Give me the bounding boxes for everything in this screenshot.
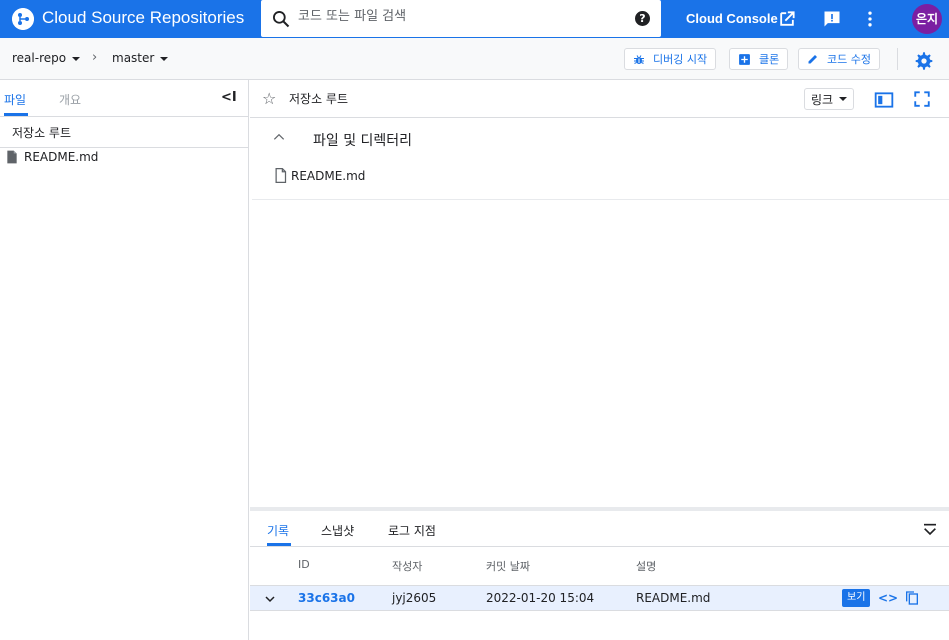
repo-selector[interactable]: real-repo <box>12 51 81 65</box>
column-header-description: 설명 <box>636 560 657 573</box>
view-button[interactable]: 보기 <box>842 589 871 607</box>
app-title[interactable]: Cloud Source Repositories <box>42 8 244 28</box>
clone-label: 클론 <box>759 53 780 66</box>
add-box-icon <box>739 53 750 65</box>
commit-id-link[interactable]: 33c63a0 <box>298 591 355 605</box>
cloud-console-link[interactable]: Cloud Console <box>686 11 778 26</box>
collapse-panel-icon[interactable]: <I <box>221 90 237 105</box>
open-in-new-icon[interactable] <box>777 9 797 29</box>
dropdown-caret-icon <box>160 56 169 61</box>
column-header-id: ID <box>298 558 310 571</box>
app-bar: Cloud Source Repositories ? Cloud Consol… <box>0 0 949 38</box>
table-row[interactable]: 33c63a0 jyj2605 2022-01-20 15:04 README.… <box>250 585 949 611</box>
file-icon <box>7 150 17 164</box>
clone-button[interactable]: 클론 <box>729 48 789 70</box>
search-icon <box>273 11 290 28</box>
copy-icon[interactable] <box>904 590 920 606</box>
edit-code-button[interactable]: 코드 수정 <box>798 48 880 70</box>
debug-label: 디버깅 시작 <box>653 53 708 66</box>
column-header-author: 작성자 <box>392 560 423 573</box>
commit-description: README.md <box>636 591 711 605</box>
commit-author: jyj2605 <box>392 591 437 605</box>
tab-files[interactable]: 파일 <box>4 91 26 108</box>
collapse-down-icon[interactable] <box>922 522 938 538</box>
active-tab-indicator <box>4 113 28 116</box>
file-outline-icon <box>275 168 287 183</box>
repo-root-label[interactable]: 저장소 루트 <box>12 124 71 141</box>
expand-less-icon[interactable] <box>272 130 286 144</box>
more-vert-icon[interactable] <box>860 9 880 29</box>
chevron-right-icon: › <box>92 50 98 65</box>
bug-icon <box>634 54 644 64</box>
repositories-logo-icon[interactable] <box>12 8 34 30</box>
dropdown-caret-icon <box>839 97 848 101</box>
tab-snapshots[interactable]: 스냅샷 <box>321 522 354 539</box>
file-tree-tabs: 파일 개요 <I <box>0 80 248 117</box>
chevron-down-icon[interactable] <box>264 593 276 605</box>
link-label: 링크 <box>811 92 834 107</box>
pencil-icon <box>808 55 817 64</box>
divider <box>0 147 248 148</box>
main-header: ☆ 저장소 루트 링크 <box>250 80 949 118</box>
branch-name: master <box>112 51 155 65</box>
avatar[interactable]: 은지 <box>912 4 942 34</box>
file-tree-panel: 파일 개요 <I 저장소 루트 README.md <box>0 80 249 640</box>
feedback-icon[interactable] <box>822 9 842 29</box>
active-tab-indicator <box>267 543 291 546</box>
repo-toolbar: real-repo › master 디버깅 시작 클론 코드 수정 <box>0 38 949 80</box>
history-tabs: 기록 스냅샷 로그 지점 <box>250 511 949 547</box>
split-view-icon[interactable] <box>874 90 894 110</box>
settings-gear-icon[interactable] <box>914 51 934 71</box>
tab-logpoints[interactable]: 로그 지점 <box>388 522 436 539</box>
tab-overview[interactable]: 개요 <box>59 91 81 108</box>
search-input[interactable] <box>298 9 618 24</box>
section-title: 파일 및 디렉터리 <box>313 133 413 149</box>
code-icon[interactable]: <> <box>878 591 898 605</box>
branch-selector[interactable]: master <box>112 51 169 65</box>
file-list-item[interactable]: README.md <box>274 168 365 183</box>
fullscreen-icon[interactable] <box>913 90 931 108</box>
help-icon[interactable]: ? <box>635 11 650 26</box>
page-title: 저장소 루트 <box>289 92 349 106</box>
edit-code-label: 코드 수정 <box>827 53 871 66</box>
tree-item-readme[interactable]: README.md <box>6 150 98 164</box>
tree-item-label: README.md <box>24 150 99 164</box>
files-section: 파일 및 디렉터리 README.md <box>252 118 949 200</box>
debug-button[interactable]: 디버깅 시작 <box>624 48 717 70</box>
file-name: README.md <box>291 168 366 183</box>
commit-date: 2022-01-20 15:04 <box>486 591 595 605</box>
star-icon[interactable]: ☆ <box>262 89 276 108</box>
dropdown-caret-icon <box>72 56 81 61</box>
repo-name: real-repo <box>12 51 67 65</box>
history-panel: 기록 스냅샷 로그 지점 ID 작성자 커밋 날짜 설명 33c63a0 jyj… <box>250 507 949 640</box>
column-header-date: 커밋 날짜 <box>486 560 530 573</box>
tab-history[interactable]: 기록 <box>267 522 289 539</box>
toolbar-divider <box>897 48 898 70</box>
link-button[interactable]: 링크 <box>804 88 855 110</box>
